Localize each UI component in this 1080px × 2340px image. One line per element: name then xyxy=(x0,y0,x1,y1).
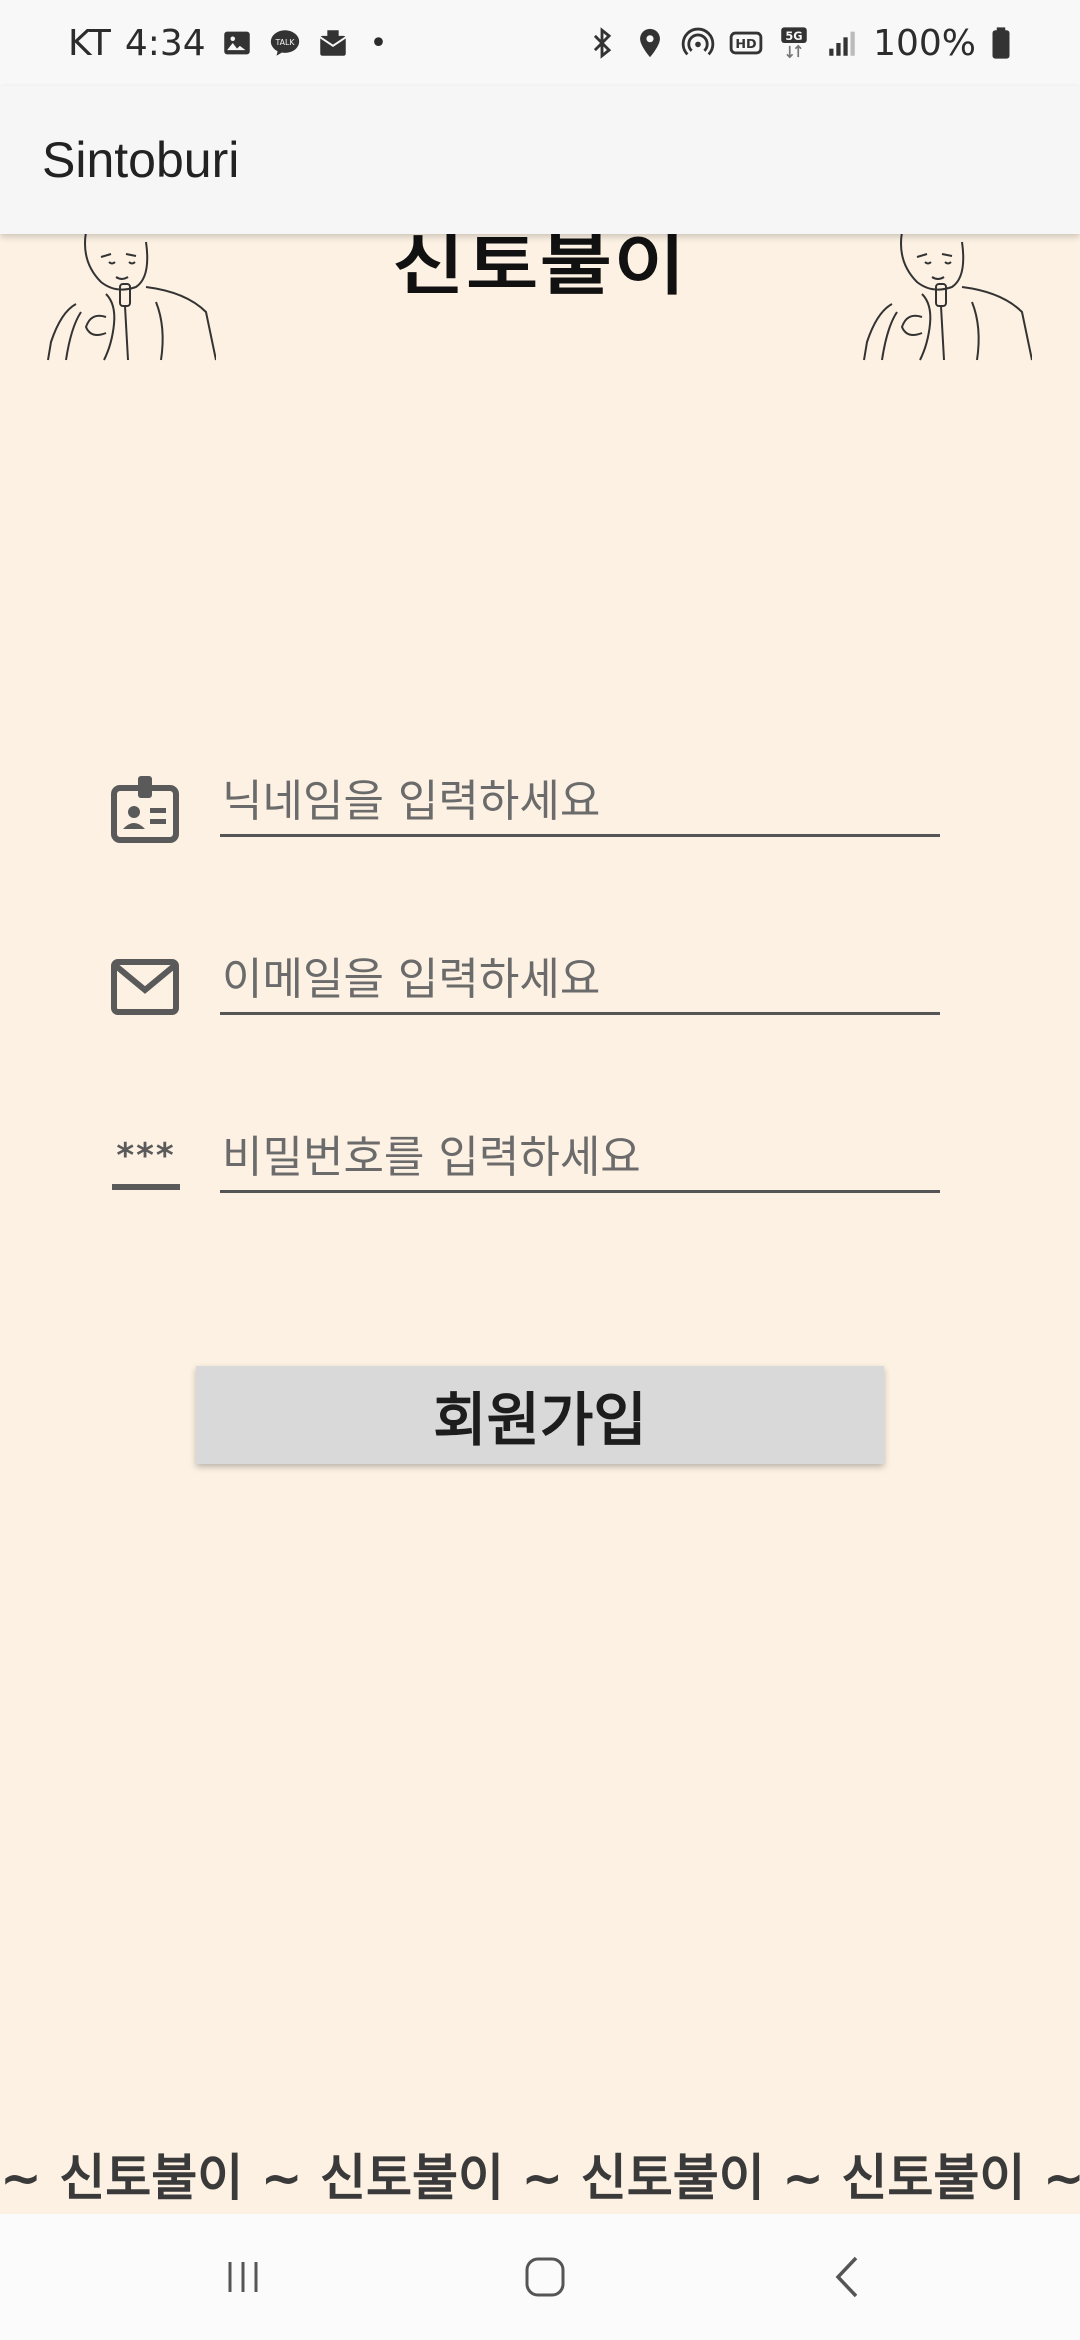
singer-illustration-right xyxy=(862,231,1033,362)
battery-percent: 100% xyxy=(873,22,976,64)
back-icon[interactable] xyxy=(814,2242,884,2312)
system-nav-bar xyxy=(0,2214,1080,2340)
talk-icon: TALK xyxy=(268,26,302,60)
hd-icon-label: HD xyxy=(735,37,756,52)
mail-icon xyxy=(316,26,350,60)
nickname-input[interactable] xyxy=(220,768,940,837)
talk-icon-label: TALK xyxy=(274,38,295,47)
bluetooth-icon xyxy=(585,26,619,60)
recent-apps-icon[interactable] xyxy=(208,2242,278,2312)
password-input[interactable] xyxy=(220,1124,940,1193)
5g-icon: 5G xyxy=(777,26,811,60)
nickname-row xyxy=(110,744,940,844)
mail-icon xyxy=(110,952,180,1022)
home-icon[interactable] xyxy=(510,2242,580,2312)
password-row: *** xyxy=(110,1100,940,1200)
app-bar: Sintoburi xyxy=(0,86,1080,234)
status-left: KT 4:34 TALK • xyxy=(68,0,387,86)
app-title: Sintoburi xyxy=(42,132,240,188)
footer-marquee: ~ 신토불이 ~ 신토불이 ~ 신토불이 ~ 신토불이 ~ xyxy=(0,2149,1080,2207)
signal-icon xyxy=(825,26,859,60)
hotspot-icon xyxy=(681,26,715,60)
battery-icon xyxy=(990,26,1012,60)
password-icon: *** xyxy=(110,1130,180,1200)
clock: 4:34 xyxy=(124,22,206,64)
id-badge-icon xyxy=(110,774,180,844)
location-icon xyxy=(633,26,667,60)
5g-icon-label: 5G xyxy=(785,29,802,43)
carrier-label: KT xyxy=(68,22,111,64)
email-row xyxy=(110,922,940,1022)
status-right: HD 5G 100% xyxy=(585,0,1012,86)
password-icon-stars: *** xyxy=(116,1136,176,1176)
signup-button[interactable]: 회원가입 xyxy=(196,1366,884,1464)
image-icon xyxy=(220,26,254,60)
notification-dot: • xyxy=(369,25,388,61)
status-bar: KT 4:34 TALK • HD 5G 100% xyxy=(0,0,1080,86)
singer-illustration-left xyxy=(46,231,217,362)
hd-icon: HD xyxy=(729,26,763,60)
logo-title: 신토불이 xyxy=(392,227,688,305)
email-input[interactable] xyxy=(220,946,940,1015)
